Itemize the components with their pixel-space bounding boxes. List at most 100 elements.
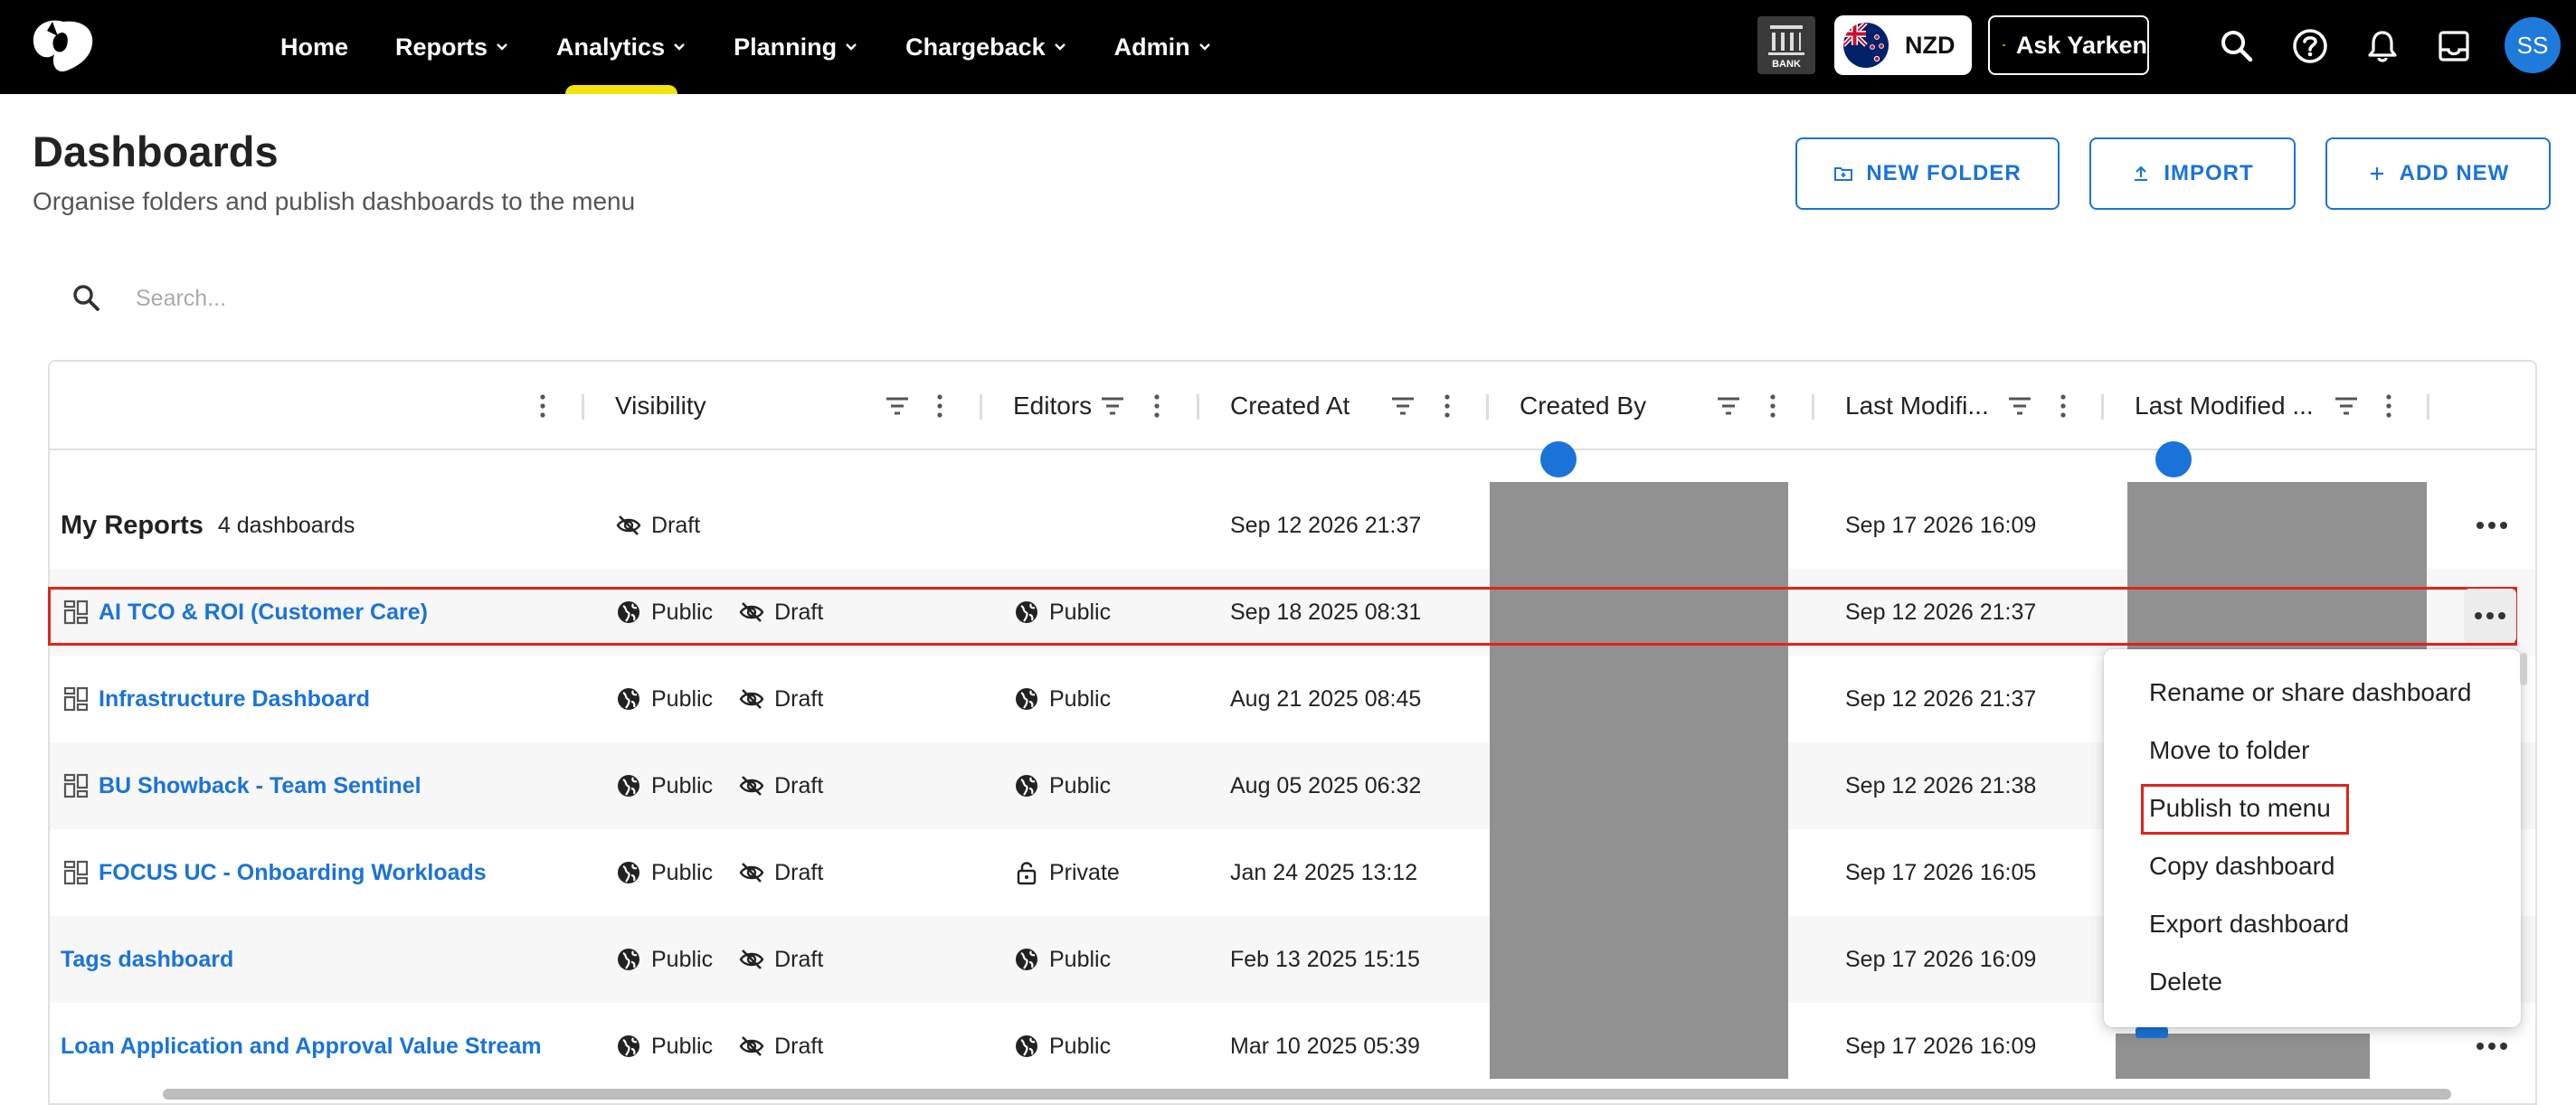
column-header-visibility[interactable]: Visibility [615, 362, 706, 450]
dashboard-icon [63, 860, 89, 885]
column-menu-icon[interactable] [538, 392, 547, 420]
currency-label: NZD [1905, 31, 1956, 59]
add-new-button[interactable]: ADD NEW [2325, 137, 2551, 210]
globe-icon [618, 949, 639, 970]
search-input[interactable] [136, 282, 769, 315]
chevron-down-icon [1054, 43, 1065, 51]
eye-off-icon [739, 689, 764, 709]
globe-icon [1016, 688, 1037, 710]
menu-item-delete[interactable]: Delete [2149, 968, 2222, 996]
visibility-public: Public [651, 1033, 714, 1059]
notifications-bell-icon[interactable] [2362, 25, 2403, 67]
created-at: Aug 05 2025 06:32 [1230, 772, 1422, 798]
dashboard-icon [63, 686, 89, 712]
nav-chargeback[interactable]: Chargeback [905, 0, 1067, 94]
row-actions-button[interactable] [2476, 482, 2508, 569]
column-menu-icon[interactable] [2059, 392, 2068, 420]
dashboard-name-link[interactable]: Loan Application and Approval Value Stre… [61, 1034, 542, 1060]
nav-planning[interactable]: Planning [734, 0, 858, 94]
column-header-last-modified-at[interactable]: Last Modifi... [1845, 362, 1989, 450]
column-menu-icon[interactable] [1768, 392, 1777, 420]
app-logo[interactable] [27, 18, 99, 76]
dashboard-name-link[interactable]: AI TCO & ROI (Customer Care) [99, 600, 428, 626]
user-avatar[interactable]: SS [2505, 17, 2561, 73]
column-header-created-at[interactable]: Created At [1230, 362, 1350, 450]
globe-icon [618, 1035, 639, 1057]
column-separator[interactable] [2427, 394, 2429, 420]
horizontal-scrollbar[interactable] [163, 1089, 2451, 1100]
column-header-editors[interactable]: Editors [1013, 362, 1092, 450]
column-separator[interactable] [980, 394, 982, 420]
visibility-draft: Draft [774, 599, 824, 625]
dashboard-name-link[interactable]: Tags dashboard [61, 947, 233, 973]
ask-yarken-button[interactable]: Ask Yarken [1988, 15, 2149, 75]
globe-icon [618, 775, 639, 797]
column-header-created-by[interactable]: Created By [1520, 362, 1646, 450]
page-title: Dashboards [33, 128, 279, 175]
search-icon[interactable] [2216, 25, 2258, 67]
column-separator[interactable] [2101, 394, 2104, 420]
visibility-draft: Draft [774, 1033, 824, 1059]
more-horizontal-icon [2475, 612, 2505, 619]
column-menu-icon[interactable] [1152, 392, 1161, 420]
currency-selector[interactable]: NZD [1834, 15, 1972, 75]
bank-selector[interactable]: BANK [1757, 16, 1815, 74]
last-modified-at: Sep 12 2026 21:38 [1845, 772, 2037, 798]
import-button[interactable]: IMPORT [2089, 137, 2296, 210]
column-separator[interactable] [1812, 394, 1814, 420]
dashboard-icon [63, 773, 89, 798]
menu-item-rename-share[interactable]: Rename or share dashboard [2149, 678, 2471, 707]
created-at: Feb 13 2025 15:15 [1230, 946, 1420, 972]
column-separator[interactable] [1197, 394, 1199, 420]
page-subtitle: Organise folders and publish dashboards … [33, 187, 636, 215]
column-menu-icon[interactable] [2384, 392, 2393, 420]
eye-off-icon [739, 776, 764, 796]
filter-icon[interactable] [2333, 395, 2360, 417]
dashboard-name-link[interactable]: BU Showback - Team Sentinel [99, 773, 421, 799]
eye-off-icon [739, 949, 764, 969]
search-icon [73, 285, 99, 311]
globe-icon [1016, 949, 1037, 970]
last-modified-at: Sep 12 2026 21:37 [1845, 685, 2037, 712]
new-folder-icon [1834, 167, 1853, 181]
chevron-down-icon [846, 43, 857, 51]
dashboard-name-link[interactable]: FOCUS UC - Onboarding Workloads [99, 860, 487, 886]
menu-item-export-dashboard[interactable]: Export dashboard [2149, 910, 2349, 939]
nav-analytics[interactable]: Analytics [556, 0, 687, 94]
column-separator[interactable] [1486, 394, 1489, 420]
eye-off-icon [739, 863, 764, 883]
column-menu-icon[interactable] [935, 392, 944, 420]
inbox-icon[interactable] [2433, 25, 2475, 67]
new-folder-button[interactable]: NEW FOLDER [1795, 137, 2060, 210]
help-icon[interactable] [2289, 25, 2331, 67]
nav-reports[interactable]: Reports [395, 0, 509, 94]
top-navigation-bar: Home Reports Analytics Planning Chargeba… [0, 0, 2576, 94]
more-horizontal-icon [2477, 522, 2507, 529]
nav-home[interactable]: Home [280, 0, 348, 94]
globe-icon [1016, 775, 1037, 797]
visibility-public: Public [651, 599, 714, 625]
filter-icon[interactable] [1715, 395, 1742, 417]
globe-icon [1016, 1035, 1037, 1057]
menu-item-move-to-folder[interactable]: Move to folder [2149, 736, 2309, 765]
nav-chargeback-label: Chargeback [905, 33, 1046, 61]
dashboard-context-menu: Rename or share dashboard Move to folder… [2104, 649, 2521, 1027]
chevron-down-icon [674, 43, 685, 51]
dashboard-name-link[interactable]: Infrastructure Dashboard [99, 686, 370, 713]
row-actions-button-active[interactable] [2464, 589, 2516, 643]
upload-icon [2135, 165, 2148, 182]
column-menu-icon[interactable] [1443, 392, 1452, 420]
menu-scrollbar[interactable] [2520, 653, 2527, 685]
menu-item-publish-to-menu[interactable]: Publish to menu [2149, 794, 2331, 823]
created-at: Aug 21 2025 08:45 [1230, 685, 1422, 712]
filter-icon[interactable] [884, 395, 911, 417]
column-header-last-modified-by[interactable]: Last Modified ... [2135, 362, 2314, 450]
filter-icon[interactable] [2006, 395, 2033, 417]
editors-value: Public [1049, 1033, 1112, 1059]
column-separator[interactable] [582, 394, 584, 420]
created-at: Sep 18 2025 08:31 [1230, 599, 1422, 625]
filter-icon[interactable] [1099, 395, 1126, 417]
filter-icon[interactable] [1389, 395, 1416, 417]
menu-item-copy-dashboard[interactable]: Copy dashboard [2149, 852, 2334, 881]
nav-admin[interactable]: Admin [1114, 0, 1212, 94]
